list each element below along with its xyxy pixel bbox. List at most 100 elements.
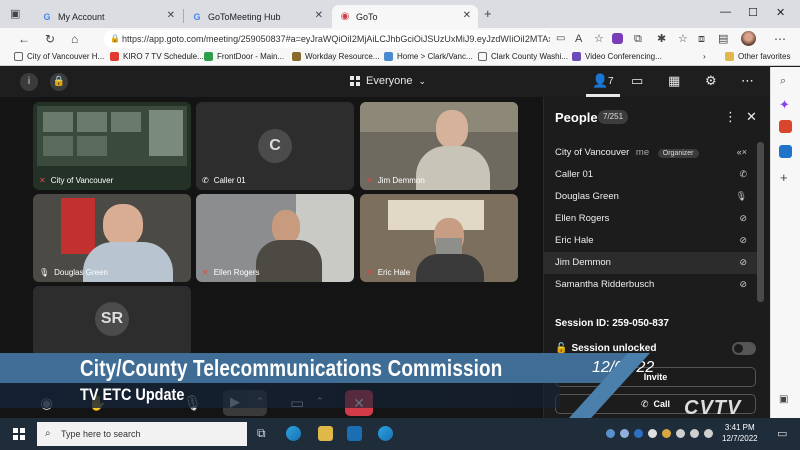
participant-row[interactable]: Eric Hale ⊘ (544, 230, 757, 252)
chevron-up-icon[interactable]: ⌃ (316, 396, 324, 407)
tray-icon[interactable] (648, 429, 657, 438)
tray-icon[interactable] (662, 429, 671, 438)
scrollbar[interactable] (757, 142, 764, 302)
sidebar-toggle-icon[interactable]: ▣ (779, 394, 788, 405)
tab-goto[interactable]: ◉ GoTo ✕ (332, 5, 478, 28)
tray-icon[interactable] (606, 429, 615, 438)
invite-button[interactable]: Invite (555, 367, 756, 387)
taskbar-search-input[interactable]: ⌕ Type here to search (37, 422, 247, 446)
participant-row[interactable]: Caller 01 ✆ (544, 164, 757, 186)
taskbar-clock[interactable]: 3:41 PM 12/7/2022 (722, 422, 758, 444)
close-icon[interactable]: ✕ (463, 10, 471, 21)
more-options-icon[interactable]: ⋯ (774, 31, 786, 47)
extension-icon[interactable] (612, 33, 623, 44)
mic-icon: 🎙 (735, 191, 747, 201)
favorite-star-icon[interactable]: ☆ (594, 31, 604, 47)
address-bar[interactable]: 🔒 https://app.goto.com/meeting/259050837… (104, 30, 550, 48)
tile-name: 🎙 Douglas Green (39, 268, 108, 277)
video-tile-city-of-vancouver[interactable]: ✕ City of Vancouver (33, 102, 191, 190)
mic-off-icon[interactable]: 🎙 (183, 394, 202, 412)
add-icon[interactable]: + (780, 170, 788, 185)
notes-icon[interactable]: ▦ (668, 73, 680, 89)
outlook-icon[interactable] (779, 145, 792, 158)
refresh-icon[interactable]: ↻ (45, 31, 55, 47)
view-selector[interactable]: Everyone ⌄ (350, 75, 426, 87)
discover-icon[interactable]: ✦ (779, 97, 790, 113)
video-tile-jim-demmon[interactable]: ✕ Jim Demmon (360, 102, 518, 190)
bookmark-item[interactable]: Workday Resource... (292, 52, 380, 61)
tray-icon[interactable] (634, 429, 643, 438)
extension-puzzle-icon[interactable]: ⧉ (634, 31, 642, 47)
hand-raise-icon[interactable]: ✋ (88, 394, 107, 412)
close-icon[interactable]: ✕ (315, 10, 323, 21)
new-tab-icon[interactable]: + (484, 6, 492, 22)
office-icon[interactable] (779, 120, 792, 133)
volume-icon[interactable] (690, 429, 699, 438)
cast-icon[interactable]: ▭ (556, 31, 565, 47)
people-icon[interactable]: 👤 (592, 73, 608, 89)
close-icon[interactable]: ✕ (746, 109, 757, 125)
favorites-icon[interactable]: ☆ (678, 31, 688, 47)
read-aloud-icon[interactable]: A (575, 31, 582, 47)
settings-gear-icon[interactable]: ⚙ (705, 73, 717, 89)
bookmark-item[interactable]: Video Conferencing... (572, 52, 662, 61)
home-icon[interactable]: ⌂ (71, 31, 78, 47)
windows-start-icon[interactable] (13, 428, 25, 440)
participant-row[interactable]: City of Vancouver me Organizer «× (544, 142, 757, 164)
video-tile-douglas-green[interactable]: 🎙 Douglas Green (33, 194, 191, 282)
tray-icon[interactable] (620, 429, 629, 438)
task-view-icon[interactable]: ⧉ (257, 426, 266, 441)
history-icon[interactable]: ▤ (718, 31, 728, 47)
participant-row[interactable]: Samantha Ridderbusch ⊘ (544, 274, 757, 296)
video-conf-icon (572, 52, 581, 61)
url-text: https://app.goto.com/meeting/259050837#a… (122, 34, 550, 44)
back-arrow-icon[interactable]: ← (18, 31, 30, 47)
screen-share-icon: «× (736, 147, 747, 157)
video-tile-ellen-rogers[interactable]: ✕ Ellen Rogers (196, 194, 354, 282)
session-lock-toggle[interactable] (732, 342, 756, 355)
more-vertical-icon[interactable]: ⋮ (724, 109, 737, 125)
video-tile-eric-hale[interactable]: ✕ Eric Hale (360, 194, 518, 282)
tab-actions-icon[interactable]: ▣ (10, 6, 20, 22)
more-options-icon[interactable]: ⋯ (741, 73, 754, 89)
battery-icon[interactable] (704, 429, 713, 438)
search-icon[interactable]: ⌕ (780, 75, 786, 88)
participant-name: Ellen Rogers (555, 213, 610, 224)
bookmark-item[interactable]: Home > Clark/Vanc... (384, 52, 473, 61)
video-tile-caller-01[interactable]: C ✆ Caller 01 (196, 102, 354, 190)
tab-gotomeeting-hub[interactable]: G GoToMeeting Hub ✕ (184, 5, 330, 28)
notifications-icon[interactable]: ▭ (777, 427, 787, 440)
other-favorites[interactable]: Other favorites (725, 52, 790, 61)
close-icon[interactable]: ✕ (167, 10, 175, 21)
collections-icon[interactable]: ⧈ (698, 31, 705, 47)
tile-name: ✕ Ellen Rogers (202, 268, 260, 277)
maximize-icon[interactable]: ☐ (748, 6, 758, 19)
file-explorer-icon[interactable] (318, 426, 333, 441)
network-icon[interactable] (676, 429, 685, 438)
participant-row[interactable]: Ellen Rogers ⊘ (544, 208, 757, 230)
profile-avatar[interactable] (741, 31, 756, 46)
info-icon[interactable]: i (20, 73, 38, 91)
chevron-right-icon[interactable]: › (703, 52, 706, 61)
leave-meeting-button[interactable]: ✕ (345, 390, 373, 416)
bookmark-item[interactable]: Clark County Washi... (478, 52, 568, 61)
edge-window-icon[interactable] (378, 426, 393, 441)
bookmark-item[interactable]: KIRO 7 TV Schedule... (110, 52, 204, 61)
minimize-icon[interactable]: — (720, 6, 731, 18)
edge-icon[interactable] (286, 426, 301, 441)
outlook-taskbar-icon[interactable] (347, 426, 362, 441)
tab-my-account[interactable]: G My Account ✕ (34, 5, 182, 28)
extensions-icon[interactable]: ✱ (657, 31, 666, 47)
background-poster (61, 198, 95, 254)
close-window-icon[interactable]: ✕ (776, 6, 785, 19)
screen-share-control-icon[interactable]: ◉ (40, 394, 53, 412)
bookmark-item[interactable]: City of Vancouver H... (14, 52, 104, 61)
video-tile-sr[interactable]: SR (33, 286, 191, 356)
screen-share-off-icon[interactable]: ▭ (290, 394, 304, 412)
chat-icon[interactable]: ▭ (631, 73, 643, 89)
bookmark-item[interactable]: FrontDoor - Main... (204, 52, 284, 61)
participant-row[interactable]: Jim Demmon ⊘ (544, 252, 757, 274)
participant-row[interactable]: Douglas Green 🎙 (544, 186, 757, 208)
camera-button[interactable]: ▶ ⌃ (223, 390, 267, 416)
lock-icon[interactable]: 🔒 (50, 73, 68, 91)
